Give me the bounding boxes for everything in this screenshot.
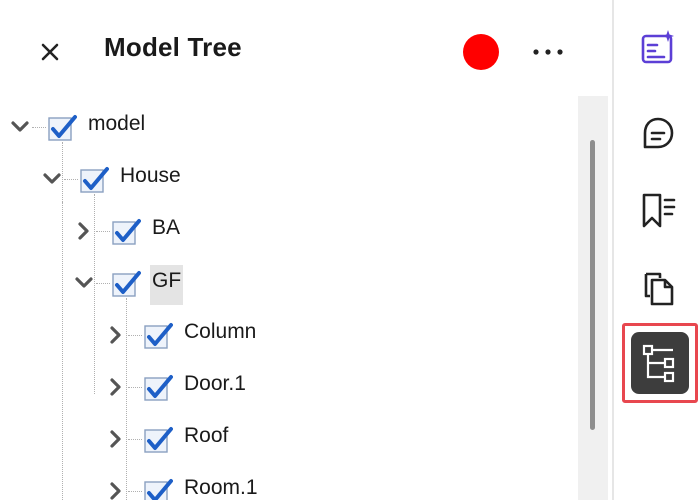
close-button[interactable] [34,36,66,68]
tree-node-door-1[interactable]: Door.1 [0,356,570,408]
tree-node-label[interactable]: Door.1 [184,372,246,396]
comment-icon[interactable] [638,113,678,153]
pages-icon[interactable] [638,268,678,308]
chevron-down-icon[interactable] [8,115,32,139]
tree-node-label[interactable]: House [120,164,181,188]
chevron-down-icon[interactable] [40,167,64,191]
chevron-down-icon[interactable] [72,271,96,295]
visibility-checkbox[interactable] [143,372,173,402]
right-tool-rail [614,0,700,500]
tree-node-model[interactable]: model [0,96,570,148]
tree-node-column[interactable]: Column [0,304,570,356]
tree-node-label[interactable]: model [88,112,145,136]
visibility-checkbox[interactable] [143,320,173,350]
visibility-checkbox[interactable] [111,268,141,298]
model-tree-tab[interactable] [622,323,698,403]
panel-title: Model Tree [104,32,242,62]
tree-node-label[interactable]: Column [184,320,256,344]
model-tree-tab-background [631,332,689,394]
tree-node-house[interactable]: House [0,148,570,200]
visibility-checkbox[interactable] [143,424,173,454]
tree-node-label[interactable]: Room.1 [184,476,258,500]
edit-ai-glyph-icon [641,30,674,64]
bookmark-glyph-icon [642,193,676,228]
tree-node-gf[interactable]: GF [0,252,570,305]
tree-node-ba[interactable]: BA [0,200,570,252]
tree-node-label[interactable]: Roof [184,424,228,448]
chevron-right-icon[interactable] [104,323,128,347]
model-tree-icon [642,344,675,383]
tree-node-label[interactable]: GF [150,265,184,305]
visibility-checkbox[interactable] [47,112,77,142]
more-icon [533,49,563,55]
tree-node-roof[interactable]: Roof [0,408,570,460]
close-icon [41,43,59,61]
scrollbar-thumb[interactable] [590,140,595,430]
more-options-button[interactable] [528,36,568,68]
edit-ai-icon[interactable] [638,28,678,68]
visibility-checkbox[interactable] [79,164,109,194]
pages-glyph-icon [644,272,674,306]
chevron-right-icon[interactable] [104,479,128,500]
chevron-right-icon[interactable] [104,375,128,399]
model-tree: model House BA GF Column Door.1 Roof Room.1 [0,96,580,500]
visibility-checkbox[interactable] [143,476,173,500]
record-indicator[interactable] [463,34,499,70]
model-tree-panel: Model Tree model House BA GF Column Door.1 Roo… [0,0,612,500]
tree-node-room-1[interactable]: Room.1 [0,460,570,500]
comment-glyph-icon [643,117,674,149]
chevron-right-icon[interactable] [72,219,96,243]
tree-node-label[interactable]: BA [152,216,180,240]
visibility-checkbox[interactable] [111,216,141,246]
bookmark-icon[interactable] [638,190,678,230]
chevron-right-icon[interactable] [104,427,128,451]
